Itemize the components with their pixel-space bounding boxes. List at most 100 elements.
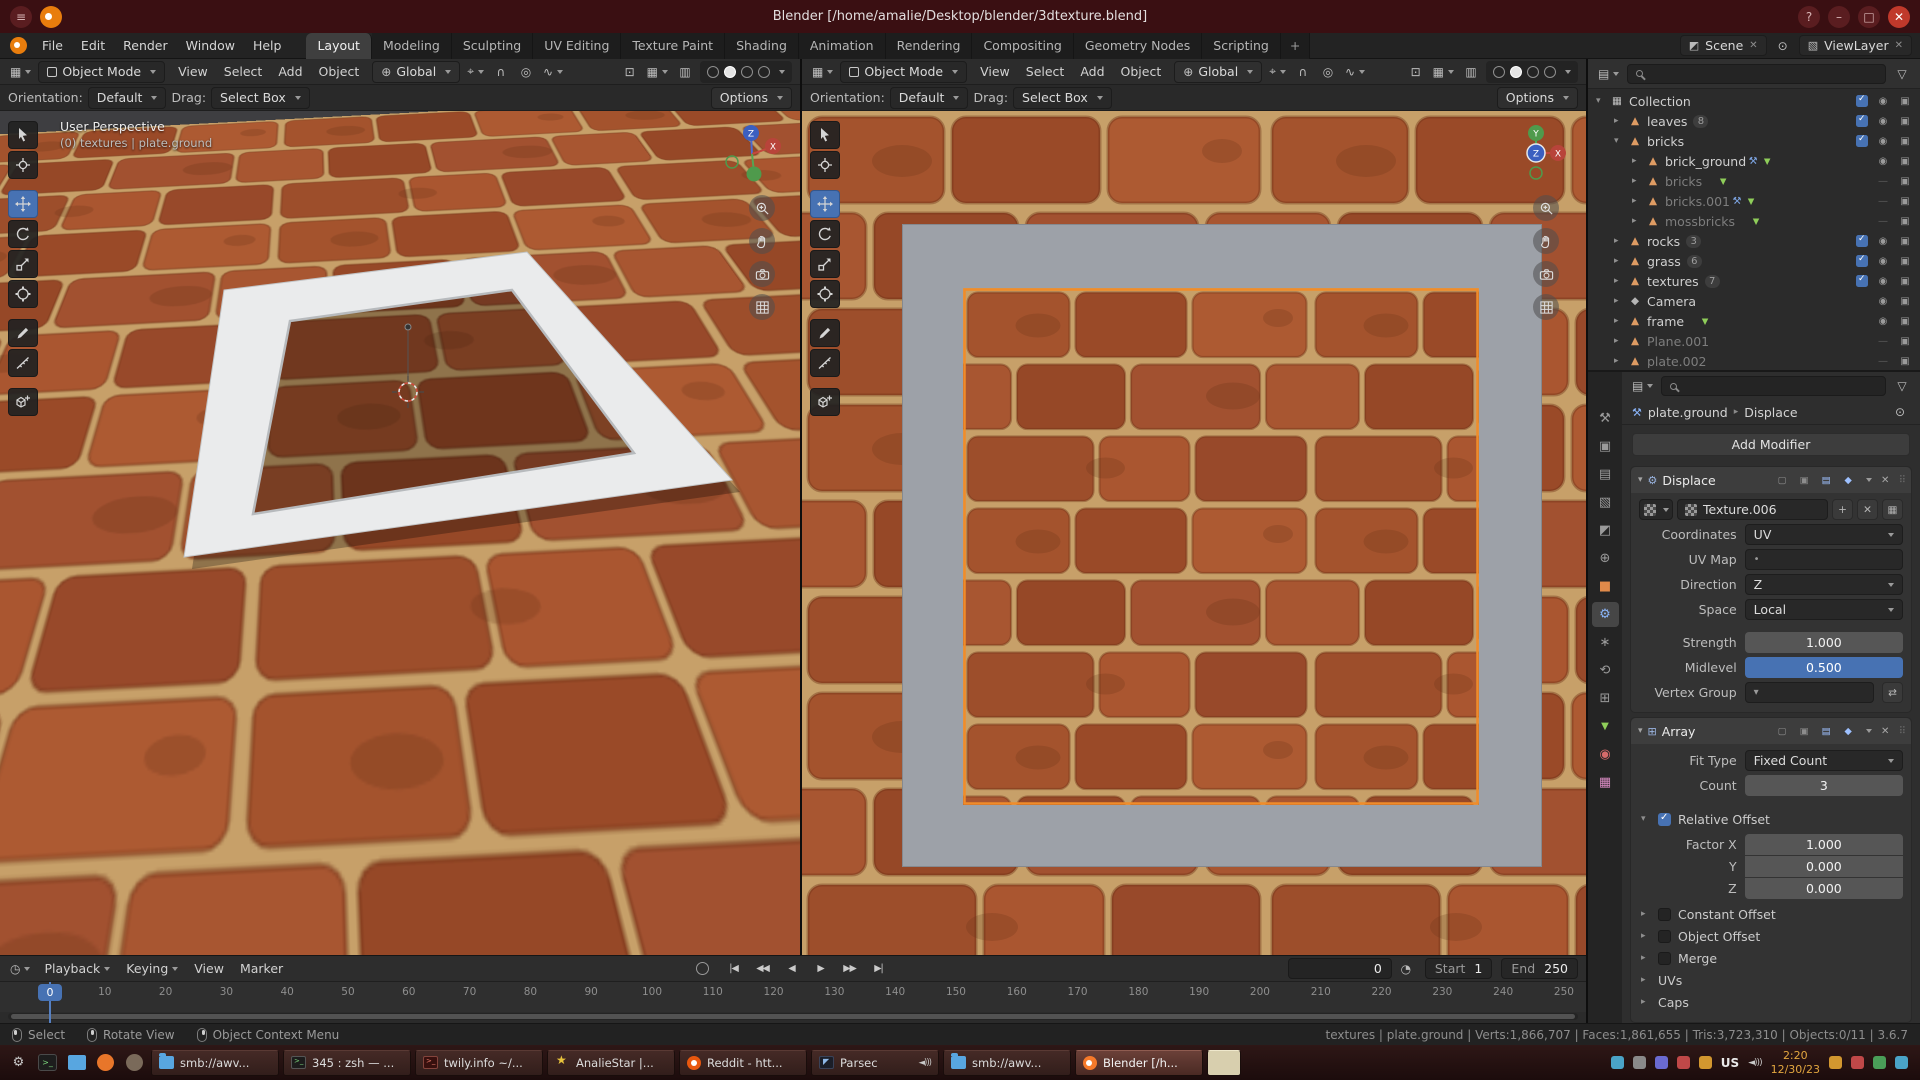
timeline-ruler[interactable]: 0102030405060708090100110120130140150160… [0,982,1586,1012]
collection-checkbox[interactable] [1856,95,1868,107]
annotate-tool[interactable] [810,319,840,347]
annotate-tool[interactable] [8,319,38,347]
breadcrumb-object[interactable]: plate.ground [1648,405,1728,420]
overlays-icon[interactable]: ▦ [1431,61,1456,83]
taskbar-window-button[interactable]: smb://awv... [943,1050,1071,1076]
rotate-tool[interactable] [8,220,38,248]
expand-arrow-icon[interactable]: ▸ [1632,156,1645,166]
disable-render-icon[interactable] [1898,356,1912,367]
tray-bluetooth-icon[interactable] [1895,1056,1908,1069]
show-gizmo-icon[interactable]: ⊡ [620,61,640,83]
measure-tool[interactable] [8,349,38,377]
hide-eye-icon[interactable] [1876,316,1890,327]
disable-render-icon[interactable] [1898,116,1912,127]
timeline-menu-item[interactable]: Keying [118,958,186,980]
hide-eye-icon[interactable] [1876,336,1890,347]
factor-z-field[interactable]: 0.000 [1745,878,1903,899]
properties-tab[interactable]: ▦ [1592,770,1619,795]
timeline-menu-item[interactable]: Playback [36,958,118,980]
clock[interactable]: 2:20 12/30/23 [1771,1049,1820,1075]
viewport-3d-canvas[interactable]: User Perspective (0) textures | plate.gr… [0,111,800,955]
current-frame-field[interactable]: 0 [1288,958,1392,979]
expand-arrow-icon[interactable]: ▸ [1614,116,1627,126]
array-panel-header[interactable]: ▾ ⊞ Array ▢ ▣ ▤ ◆ ✕ ⠿ [1631,718,1911,744]
collapsed-section-row[interactable]: ▸ UVs [1639,969,1903,991]
extras-dropdown-icon[interactable] [1866,729,1872,733]
taskbar-window-button[interactable]: twily.info ~/... [415,1050,543,1076]
minimize-button[interactable]: – [1828,6,1850,28]
end-frame-field[interactable]: End250 [1501,958,1578,979]
outliner-row[interactable]: ▸ rocks 3 [1588,231,1920,251]
section-arrow-icon[interactable]: ▸ [1641,909,1651,919]
viewport-3d-canvas[interactable]: Y X Z [802,111,1586,955]
shading-dropdown-icon[interactable] [779,70,785,74]
hide-eye-icon[interactable] [1876,96,1890,107]
select-box-tool[interactable] [810,121,840,149]
pan-hand-icon[interactable] [1533,228,1559,254]
editor-type-button[interactable]: ▦ [810,61,835,83]
delete-modifier-icon[interactable]: ✕ [1877,726,1894,737]
outliner-row[interactable]: ▸ brick_ground [1588,151,1920,171]
keyboard-layout-indicator[interactable]: US [1721,1056,1739,1070]
outliner-search-input[interactable] [1627,64,1886,84]
disable-render-icon[interactable] [1898,316,1912,327]
falloff-icon[interactable]: ∿ [541,61,565,83]
disable-render-icon[interactable] [1898,156,1912,167]
tray-weather-icon[interactable] [1829,1056,1842,1069]
xray-toggle-icon[interactable]: ▥ [1461,61,1481,83]
expand-arrow-icon[interactable]: ▸ [1632,176,1645,186]
properties-tab[interactable]: ∗ [1592,630,1619,655]
outliner-row[interactable]: ▸ Camera [1588,291,1920,311]
properties-tab[interactable]: ▤ [1592,462,1619,487]
displace-panel-header[interactable]: ▾ ⚙ Displace ▢ ▣ ▤ ◆ ✕ ⠿ [1631,467,1911,493]
expand-arrow-icon[interactable]: ▸ [1614,356,1627,366]
hide-eye-icon[interactable] [1876,216,1890,227]
move-tool[interactable] [8,190,38,218]
shading-solid-icon[interactable] [724,66,736,78]
play-reverse-button[interactable]: ◀ [779,959,804,979]
xray-toggle-icon[interactable]: ▥ [675,61,695,83]
shading-dropdown-icon[interactable] [1565,70,1571,74]
relative-offset-section[interactable]: ▾ Relative Offset [1639,808,1903,830]
blender-logo-icon[interactable] [10,37,27,54]
breadcrumb-modifier[interactable]: Displace [1744,405,1797,420]
factor-y-field[interactable]: 0.000 [1745,856,1903,877]
taskbar-window-button[interactable]: Blender [/h... [1075,1050,1203,1076]
zoom-icon[interactable] [749,195,775,221]
tray-security-icon[interactable] [1677,1056,1690,1069]
workspace-tab[interactable]: Texture Paint [621,33,725,59]
viewport-menu-item[interactable]: Add [270,61,310,83]
properties-tab[interactable]: ⚒ [1592,406,1619,431]
outliner-row[interactable]: ▸ bricks [1588,171,1920,191]
taskbar-window-button[interactable]: Parsec [811,1050,939,1076]
hide-eye-icon[interactable] [1876,356,1890,367]
collapse-arrow-icon[interactable]: ▾ [1638,475,1643,485]
tray-update-icon[interactable] [1699,1056,1712,1069]
fit-type-select[interactable]: Fixed Count [1745,750,1903,771]
collapsed-section-row[interactable]: ▸ Caps [1639,991,1903,1013]
properties-tab[interactable]: ▧ [1592,490,1619,515]
workspace-tab[interactable]: Rendering [886,33,973,59]
gimp-launcher-icon[interactable] [122,1050,147,1075]
files-launcher-icon[interactable] [64,1050,89,1075]
pin-icon[interactable]: ⊙ [1890,401,1910,423]
extras-dropdown-icon[interactable] [1866,478,1872,482]
drag-handle-icon[interactable]: ⠿ [1899,726,1904,737]
workspace-tab[interactable]: Layout [306,33,372,59]
section-checkbox[interactable] [1658,952,1671,965]
add-cube-tool[interactable] [8,388,38,416]
properties-tab[interactable]: ⚙ [1592,602,1619,627]
auto-keying-icon[interactable] [696,962,709,975]
shading-rendered-icon[interactable] [758,66,770,78]
collapsed-section-row[interactable]: ▸ Object Offset [1639,925,1903,947]
transform-tool[interactable] [8,280,38,308]
prev-keyframe-button[interactable]: ◀◀ [750,959,775,979]
cursor-tool[interactable] [810,151,840,179]
expand-arrow-icon[interactable]: ▸ [1614,296,1627,306]
disable-render-icon[interactable] [1898,196,1912,207]
options-button[interactable]: Options [1497,87,1578,109]
collection-checkbox[interactable] [1856,115,1868,127]
cursor-tool[interactable] [8,151,38,179]
app-menu-item[interactable]: File [33,35,72,57]
tray-notifications-icon[interactable] [1851,1056,1864,1069]
